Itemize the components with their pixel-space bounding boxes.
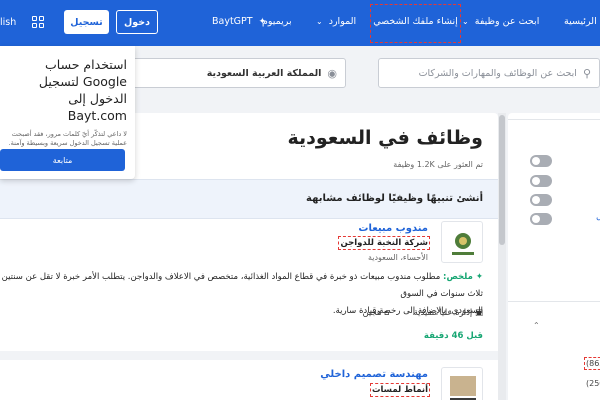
filter-toggle[interactable] bbox=[530, 213, 552, 225]
nav-premium[interactable]: بريميوم bbox=[262, 16, 292, 27]
summary-line-1: مطلوب مندوب مبيعات ذو خبرة في قطاع الموا… bbox=[0, 272, 483, 299]
job-title-link[interactable]: مندوب مبيعات bbox=[358, 223, 428, 234]
chevron-down-icon: ⌄ bbox=[462, 17, 469, 26]
location-pin-icon: ◉ bbox=[327, 66, 337, 80]
nav-resources-label: الموارد bbox=[328, 16, 357, 27]
language-switch[interactable]: lish bbox=[0, 17, 16, 28]
filter-count: (863) bbox=[584, 357, 600, 370]
nav-create-profile[interactable]: إنشاء ملفك الشخصي bbox=[370, 4, 461, 43]
popup-title: استخدام حساب Google لتسجيل الدخول إلى Ba… bbox=[38, 57, 127, 123]
company-logo-icon bbox=[450, 376, 476, 400]
company-name[interactable]: أنماط لمسات bbox=[369, 383, 431, 397]
chevron-up-icon[interactable]: ⌃ bbox=[533, 321, 540, 330]
filter-count: (250 bbox=[586, 379, 600, 388]
page-title: وظائف في السعودية bbox=[287, 127, 483, 149]
sparkle-icon: ✦ bbox=[258, 17, 267, 27]
results-scrollbar[interactable] bbox=[498, 113, 506, 400]
nav-find-job[interactable]: ابحث عن وظيفة ⌄ bbox=[462, 16, 539, 27]
google-signin-popup: استخدام حساب Google لتسجيل الدخول إلى Ba… bbox=[0, 46, 135, 179]
job-title-link[interactable]: مهندسة تصميم داخلي bbox=[320, 369, 428, 380]
divider bbox=[508, 119, 600, 120]
posted-time: قبل 46 دقيقة bbox=[423, 331, 483, 341]
job-alert-text: أنشئ تنبيهًا وظيفيًا لوظائف مشابهة bbox=[306, 193, 483, 204]
home-icon: ⌂ bbox=[384, 308, 390, 318]
tag-work-type: ⌂ هجين bbox=[362, 308, 390, 318]
tag-career-level: ▣ إدارة عليا تنفيذية bbox=[413, 308, 483, 318]
search-input[interactable]: ⚲ ابحث عن الوظائف والمهارات والشركات bbox=[378, 58, 600, 88]
scrollbar-thumb[interactable] bbox=[499, 115, 505, 245]
filter-toggle[interactable] bbox=[530, 155, 552, 167]
divider bbox=[0, 351, 498, 360]
job-alert-banner[interactable]: أنشئ تنبيهًا وظيفيًا لوظائف مشابهة bbox=[0, 179, 498, 219]
top-navbar: الرئيسية ابحث عن وظيفة ⌄ إنشاء ملفك الشخ… bbox=[0, 0, 600, 46]
nav-resources[interactable]: الموارد ⌄ bbox=[316, 16, 356, 27]
popup-description: لا داعي لتذكّر أيّ كلمات مرور، فقد أصبحت… bbox=[8, 130, 127, 147]
nav-baytgpt[interactable]: BaytGPT ✦ bbox=[212, 16, 266, 27]
filter-toggle[interactable] bbox=[530, 175, 552, 187]
filter-toggle[interactable] bbox=[530, 194, 552, 206]
summary-label: ✦ ملخص: bbox=[443, 272, 483, 282]
continue-button[interactable]: متابعة bbox=[0, 149, 125, 171]
nav-find-job-label: ابحث عن وظيفة bbox=[474, 16, 540, 27]
company-logo[interactable] bbox=[441, 221, 483, 263]
poultry-logo-icon bbox=[452, 233, 474, 255]
job-location: الأحساء، السعودية bbox=[367, 253, 428, 262]
nav-home[interactable]: الرئيسية bbox=[564, 16, 597, 27]
result-count: تم العثور على 1.2K وظيفة bbox=[393, 160, 483, 169]
nav-baytgpt-label: BaytGPT bbox=[212, 16, 253, 27]
company-logo[interactable] bbox=[441, 367, 483, 400]
chevron-down-icon: ⌄ bbox=[316, 17, 323, 26]
briefcase-icon: ▣ bbox=[474, 308, 483, 318]
login-button[interactable]: دخول bbox=[116, 10, 158, 34]
filters-panel: ل ⌃ (863) (250 bbox=[508, 113, 600, 400]
job-tags: ▣ إدارة عليا تنفيذية ⌂ هجين bbox=[362, 308, 483, 318]
location-input[interactable]: ◉ المملكة العربية السعودية bbox=[130, 58, 346, 88]
register-button[interactable]: تسجيل bbox=[64, 10, 109, 34]
company-name[interactable]: شركة النخبة للدواجن bbox=[338, 236, 430, 250]
apps-grid-icon[interactable] bbox=[32, 16, 44, 28]
search-placeholder: ابحث عن الوظائف والمهارات والشركات bbox=[418, 67, 577, 79]
search-icon: ⚲ bbox=[582, 66, 591, 80]
divider bbox=[508, 301, 600, 302]
filter-link[interactable]: ل bbox=[596, 212, 600, 222]
location-value: المملكة العربية السعودية bbox=[206, 67, 322, 79]
